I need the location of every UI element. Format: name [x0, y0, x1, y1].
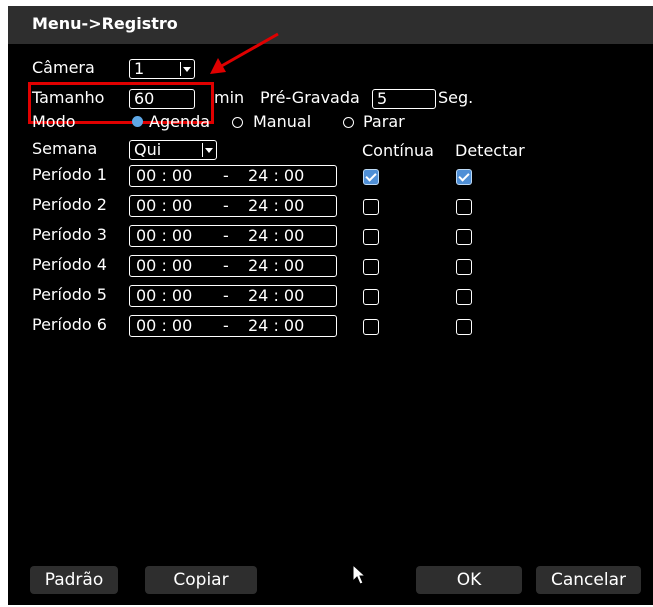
- radio-agenda[interactable]: [132, 116, 143, 127]
- period-start: 00 : 00: [136, 316, 193, 335]
- period-start: 00 : 00: [136, 226, 193, 245]
- period-time-range[interactable]: 00 : 00 - 24 : 00: [129, 165, 337, 187]
- chevron-down-icon: [180, 62, 193, 76]
- semana-value: Qui: [134, 140, 162, 159]
- pregravada-unit: Seg.: [438, 88, 474, 107]
- detectar-checkbox[interactable]: [456, 229, 472, 245]
- period-label: Período 1: [32, 165, 107, 184]
- title-bar: Menu->Registro: [8, 6, 653, 44]
- period-start: 00 : 00: [136, 286, 193, 305]
- period-time-range[interactable]: 00 : 00 - 24 : 00: [129, 285, 337, 307]
- period-start: 00 : 00: [136, 256, 193, 275]
- detectar-checkbox[interactable]: [456, 259, 472, 275]
- radio-parar[interactable]: [343, 117, 354, 128]
- period-time-range[interactable]: 00 : 00 - 24 : 00: [129, 315, 337, 337]
- period-separator: -: [223, 226, 229, 245]
- semana-label: Semana: [32, 139, 98, 158]
- period-end: 24 : 00: [248, 286, 305, 305]
- chevron-down-icon: [202, 143, 215, 157]
- semana-select[interactable]: Qui: [129, 140, 217, 160]
- period-time-range[interactable]: 00 : 00 - 24 : 00: [129, 255, 337, 277]
- period-separator: -: [223, 286, 229, 305]
- camera-select[interactable]: 1: [129, 59, 195, 79]
- period-label: Período 5: [32, 285, 107, 304]
- continua-checkbox[interactable]: [363, 259, 379, 275]
- padrao-button[interactable]: Padrão: [30, 566, 118, 594]
- column-detectar: Detectar: [455, 141, 525, 160]
- detectar-checkbox[interactable]: [456, 289, 472, 305]
- pregravada-input[interactable]: 5: [372, 89, 436, 109]
- ok-button[interactable]: OK: [416, 566, 522, 594]
- period-separator: -: [223, 196, 229, 215]
- period-start: 00 : 00: [136, 166, 193, 185]
- period-separator: -: [223, 256, 229, 275]
- period-time-range[interactable]: 00 : 00 - 24 : 00: [129, 195, 337, 217]
- pregravada-value: 5: [377, 89, 388, 108]
- detectar-checkbox[interactable]: [456, 169, 472, 185]
- continua-checkbox[interactable]: [363, 319, 379, 335]
- camera-label: Câmera: [32, 58, 95, 77]
- radio-manual[interactable]: [232, 117, 243, 128]
- cancelar-button[interactable]: Cancelar: [536, 566, 641, 594]
- radio-agenda-label: Agenda: [149, 112, 211, 131]
- window-title: Menu->Registro: [32, 14, 178, 33]
- period-end: 24 : 00: [248, 166, 305, 185]
- radio-manual-label: Manual: [253, 112, 312, 131]
- period-label: Período 2: [32, 195, 107, 214]
- period-end: 24 : 00: [248, 226, 305, 245]
- period-start: 00 : 00: [136, 196, 193, 215]
- annotation-arrow-icon: [210, 32, 279, 74]
- period-end: 24 : 00: [248, 196, 305, 215]
- period-end: 24 : 00: [248, 316, 305, 335]
- mouse-cursor-icon: [352, 564, 367, 585]
- copiar-button[interactable]: Copiar: [145, 566, 257, 594]
- modo-label: Modo: [32, 112, 76, 131]
- continua-checkbox[interactable]: [363, 289, 379, 305]
- camera-value: 1: [134, 59, 145, 78]
- period-label: Período 4: [32, 255, 107, 274]
- continua-checkbox[interactable]: [363, 199, 379, 215]
- period-separator: -: [223, 166, 229, 185]
- continua-checkbox[interactable]: [363, 229, 379, 245]
- pregravada-label: Pré-Gravada: [260, 88, 360, 107]
- radio-parar-label: Parar: [363, 112, 405, 131]
- column-continua: Contínua: [362, 141, 434, 160]
- period-label: Período 3: [32, 225, 107, 244]
- detectar-checkbox[interactable]: [456, 199, 472, 215]
- period-separator: -: [223, 316, 229, 335]
- period-end: 24 : 00: [248, 256, 305, 275]
- tamanho-unit: min: [214, 88, 245, 107]
- period-label: Período 6: [32, 315, 107, 334]
- registro-dialog: Menu->Registro Câmera 1 Tamanho 60 min P…: [8, 6, 653, 605]
- detectar-checkbox[interactable]: [456, 319, 472, 335]
- continua-checkbox[interactable]: [363, 169, 379, 185]
- period-time-range[interactable]: 00 : 00 - 24 : 00: [129, 225, 337, 247]
